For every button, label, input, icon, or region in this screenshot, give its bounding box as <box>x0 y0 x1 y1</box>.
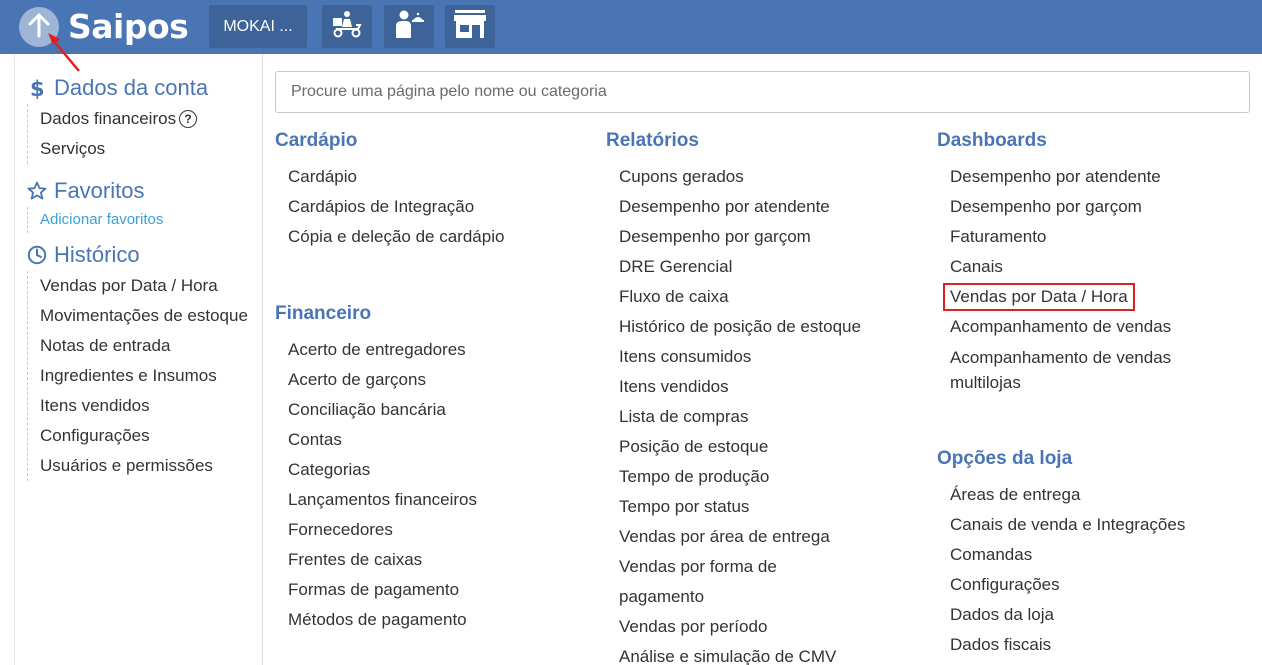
history-section-title[interactable]: Histórico <box>27 241 248 269</box>
sidebar-item-dados-financeiros[interactable]: Dados financeiros ? <box>40 104 208 134</box>
menu-link[interactable]: Formas de pagamento <box>275 575 535 605</box>
menu-link[interactable]: Tempo por status <box>606 492 866 522</box>
menu-link[interactable]: Vendas por forma de pagamento <box>606 552 866 612</box>
history-title-text: Histórico <box>54 242 140 267</box>
menu-link[interactable]: Desempenho por atendente <box>606 192 866 222</box>
category-cardapio: Cardápio Cardápio Cardápios de Integraçã… <box>275 128 535 252</box>
favorites-section: Favoritos Adicionar favoritos <box>27 177 163 233</box>
menu-link[interactable]: Cardápio <box>275 162 535 192</box>
menu-link[interactable]: Desempenho por atendente <box>937 162 1197 192</box>
menu-link[interactable]: Vendas por período <box>606 612 866 642</box>
help-icon[interactable]: ? <box>179 110 198 128</box>
menu-link[interactable]: Cardápios de Integração <box>275 192 535 222</box>
favorites-list: Adicionar favoritos <box>27 207 163 233</box>
history-item[interactable]: Configurações <box>40 421 248 451</box>
category-title: Opções da loja <box>937 448 1073 469</box>
storefront-icon <box>452 8 488 45</box>
menu-link[interactable]: Posição de estoque <box>606 432 866 462</box>
menu-link[interactable]: Desempenho por garçom <box>606 222 866 252</box>
menu-link[interactable]: Acerto de garçons <box>275 365 535 395</box>
sidebar-item-label: Dados financeiros <box>40 109 177 128</box>
clock-icon <box>27 245 47 265</box>
account-section-title[interactable]: $ Dados da conta <box>27 74 208 102</box>
store-selector-button[interactable]: MOKAI ... <box>209 5 307 48</box>
menu-link[interactable]: Desempenho por garçom <box>937 192 1197 222</box>
category-dashboards: Dashboards Desempenho por atendente Dese… <box>937 128 1197 397</box>
menu-link[interactable]: Categorias <box>275 455 535 485</box>
menu-link[interactable]: Vendas por área de entrega <box>606 522 866 552</box>
category-financeiro: Financeiro Acerto de entregadores Acerto… <box>275 301 535 635</box>
delivery-button[interactable] <box>322 5 372 48</box>
menu-link[interactable]: Comandas <box>937 540 1197 570</box>
category-title: Relatórios <box>606 130 699 151</box>
top-bar: Saipos MOKAI ... <box>0 0 1262 54</box>
menu-link[interactable]: Acompanhamento de vendas <box>937 312 1197 342</box>
favorites-section-title[interactable]: Favoritos <box>27 177 163 205</box>
sidebar-item-servicos[interactable]: Serviços <box>40 134 208 164</box>
menu-link[interactable]: Canais <box>937 252 1197 282</box>
menu-link[interactable]: Contas <box>275 425 535 455</box>
menu-link-highlighted[interactable]: Vendas por Data / Hora <box>937 282 1197 312</box>
history-item[interactable]: Vendas por Data / Hora <box>40 271 248 301</box>
menu-link[interactable]: Fluxo de caixa <box>606 282 866 312</box>
history-item[interactable]: Itens vendidos <box>40 391 248 421</box>
menu-link[interactable]: Lista de compras <box>606 402 866 432</box>
category-title: Dashboards <box>937 130 1047 151</box>
menu-link[interactable]: Métodos de pagamento <box>275 605 535 635</box>
menu-link[interactable]: Histórico de posição de estoque <box>606 312 866 342</box>
history-item[interactable]: Ingredientes e Insumos <box>40 361 248 391</box>
menu-link[interactable]: Configurações <box>937 570 1197 600</box>
menu-link[interactable]: Fornecedores <box>275 515 535 545</box>
sidebar: $ Dados da conta Dados financeiros ? Ser… <box>14 54 263 665</box>
menu-link[interactable]: Lançamentos financeiros <box>275 485 535 515</box>
dollar-icon: $ <box>27 77 47 99</box>
menu-link[interactable]: Cópia e deleção de cardápio <box>275 222 535 252</box>
menu-link[interactable]: Dados fiscais <box>937 630 1197 660</box>
svg-text:$: $ <box>30 77 45 99</box>
category-relatorios: Relatórios Cupons gerados Desempenho por… <box>606 128 866 665</box>
category-opcoes-da-loja: Opções da loja Áreas de entrega Canais d… <box>937 446 1197 660</box>
waiter-button[interactable] <box>384 5 434 48</box>
menu-link[interactable]: Canais de venda e Integrações <box>937 510 1197 540</box>
account-title-text: Dados da conta <box>54 75 209 100</box>
favorites-title-text: Favoritos <box>54 178 145 203</box>
menu-link[interactable]: Itens vendidos <box>606 372 866 402</box>
back-to-top-button[interactable] <box>19 7 59 47</box>
saipos-logo[interactable]: Saipos <box>68 5 189 49</box>
delivery-scooter-icon <box>330 9 364 44</box>
search-input[interactable] <box>275 71 1250 113</box>
menu-link[interactable]: Cupons gerados <box>606 162 866 192</box>
account-list: Dados financeiros ? Serviços <box>27 104 208 164</box>
menu-link[interactable]: Áreas de entrega <box>937 480 1197 510</box>
history-section: Histórico Vendas por Data / Hora Movimen… <box>27 241 248 481</box>
menu-link[interactable]: Acerto de entregadores <box>275 335 535 365</box>
add-favorites-link[interactable]: Adicionar favoritos <box>40 207 163 233</box>
star-icon <box>27 181 47 201</box>
history-list: Vendas por Data / Hora Movimentações de … <box>27 271 248 481</box>
menu-link[interactable]: Análise e simulação de CMV <box>606 642 866 665</box>
arrow-up-icon <box>26 12 52 43</box>
menu-link[interactable]: Conciliação bancária <box>275 395 535 425</box>
store-button[interactable] <box>445 5 495 48</box>
category-title: Financeiro <box>275 303 372 324</box>
highlighted-link-label: Vendas por Data / Hora <box>943 283 1135 311</box>
menu-link[interactable]: Dados da loja <box>937 600 1197 630</box>
menu-link[interactable]: Itens consumidos <box>606 342 866 372</box>
history-item[interactable]: Movimentações de estoque <box>40 301 248 331</box>
waiter-icon <box>392 8 426 45</box>
menu-link[interactable]: Acompanhamento de vendas multilojas <box>937 342 1187 397</box>
menu-link[interactable]: Faturamento <box>937 222 1197 252</box>
menu-link[interactable]: Frentes de caixas <box>275 545 535 575</box>
menu-link[interactable]: DRE Gerencial <box>606 252 866 282</box>
menu-link[interactable]: Tempo de produção <box>606 462 866 492</box>
history-item[interactable]: Notas de entrada <box>40 331 248 361</box>
history-item[interactable]: Usuários e permissões <box>40 451 248 481</box>
account-section: $ Dados da conta Dados financeiros ? Ser… <box>27 74 208 164</box>
category-title: Cardápio <box>275 130 358 151</box>
